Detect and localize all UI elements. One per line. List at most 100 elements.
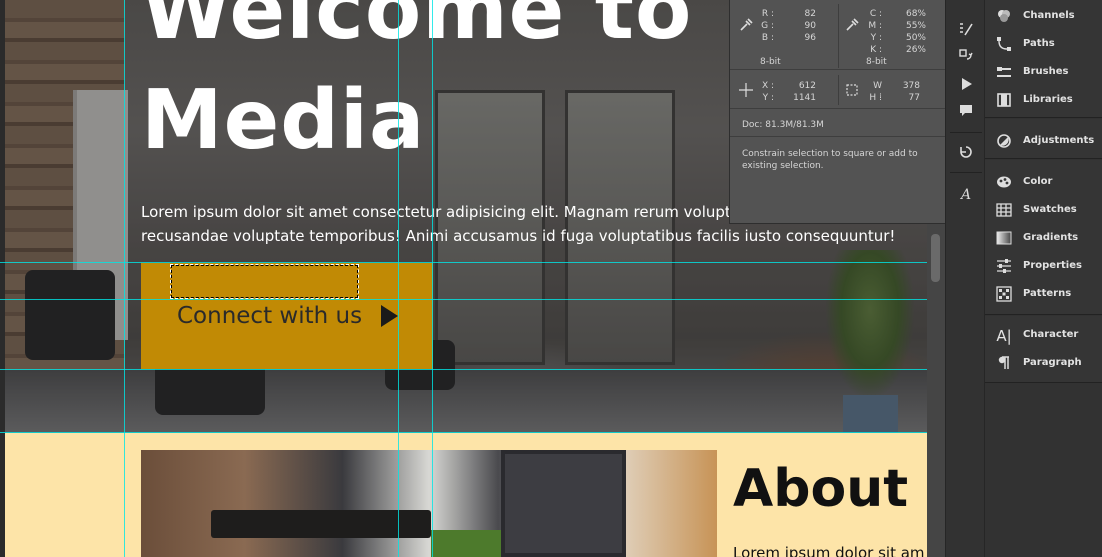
- position-y-value: 1141: [793, 93, 816, 103]
- cmyk-m-value: 55%: [905, 21, 926, 31]
- glyphs-icon[interactable]: A: [954, 184, 978, 206]
- paragraph-icon: [995, 355, 1013, 373]
- gradients-icon: [995, 230, 1013, 248]
- swatches-icon: [995, 202, 1013, 220]
- rgb-g-value: 90: [804, 21, 816, 31]
- panel-properties-label: Properties: [1023, 260, 1082, 271]
- panel-channels[interactable]: Channels: [993, 7, 1098, 27]
- panel-patterns-label: Patterns: [1023, 288, 1072, 299]
- panel-channels-label: Channels: [1023, 10, 1075, 21]
- cmyk-k-value: 26%: [905, 45, 926, 55]
- tool-separator: [950, 132, 982, 133]
- panel-paragraph[interactable]: Paragraph: [993, 354, 1098, 374]
- about-text: Lorem ipsum dolor sit am: [733, 544, 925, 557]
- character-icon: A|: [996, 327, 1012, 345]
- tool-hint: Constrain selection to square or add to …: [742, 149, 918, 171]
- panel-paragraph-label: Paragraph: [1023, 357, 1082, 368]
- panel-color[interactable]: Color: [993, 173, 1098, 193]
- rgb-g-label: G :: [761, 21, 774, 31]
- guide-vertical[interactable]: [398, 0, 399, 557]
- position-y-label: Y :: [762, 93, 774, 103]
- cmyk-c-label: C :: [869, 9, 882, 19]
- rgb-b-value: 96: [804, 33, 816, 43]
- guide-horizontal[interactable]: [0, 262, 927, 263]
- play-icon[interactable]: [954, 75, 978, 97]
- panel-group-type: A| Character Paragraph: [985, 316, 1102, 383]
- panel-swatches[interactable]: Swatches: [993, 201, 1098, 221]
- cmyk-bit-depth: 8-bit: [866, 57, 887, 67]
- hero-title-line2: Media: [141, 73, 426, 168]
- info-position-row: X : 612 Y : 1141 W : 378 H : 77: [730, 71, 946, 109]
- info-separator: [730, 136, 946, 137]
- selection-marquee[interactable]: [170, 264, 359, 299]
- panel-brushes[interactable]: Brushes: [993, 63, 1098, 83]
- panel-swatches-label: Swatches: [1023, 204, 1077, 215]
- color-icon: [995, 174, 1013, 192]
- panels-column: Channels Paths Brushes Libraries Adjustm…: [985, 0, 1102, 557]
- guide-vertical[interactable]: [124, 0, 125, 557]
- position-x-value: 612: [798, 81, 816, 91]
- rgb-bit-depth: 8-bit: [760, 57, 781, 67]
- size-w-value: 378: [902, 81, 920, 91]
- cmyk-m-label: M :: [868, 21, 882, 31]
- about-photo-door: [501, 450, 626, 557]
- panel-character-label: Character: [1023, 329, 1079, 340]
- guide-horizontal[interactable]: [0, 369, 927, 370]
- panel-adjustments-label: Adjustments: [1023, 135, 1095, 146]
- eyedropper-icon: [844, 18, 860, 34]
- adjustments-icon: [995, 133, 1013, 151]
- panel-adjustments[interactable]: Adjustments: [993, 132, 1098, 152]
- panel-icon-strip: A: [945, 0, 985, 557]
- panel-properties[interactable]: Properties: [993, 257, 1098, 277]
- transform-icon[interactable]: [954, 47, 978, 69]
- size-h-label: H :: [869, 93, 882, 103]
- panel-libraries[interactable]: Libraries: [993, 91, 1098, 111]
- hero-paragraph-line2: recusandae voluptate temporibus! Animi a…: [141, 227, 896, 245]
- panel-paths-label: Paths: [1023, 38, 1055, 49]
- crosshair-icon: [738, 83, 754, 99]
- connect-button-label: Connect with us: [177, 303, 363, 329]
- eyedropper-icon: [738, 18, 754, 34]
- cmyk-y-label: Y :: [870, 33, 882, 43]
- vertical-scrollbar[interactable]: [927, 224, 945, 557]
- cmyk-c-value: 68%: [905, 9, 926, 19]
- history-icon[interactable]: [954, 143, 978, 165]
- panel-gradients[interactable]: Gradients: [993, 229, 1098, 249]
- selection-size-icon: [844, 83, 860, 99]
- info-separator: [838, 75, 839, 105]
- panel-group-channels: Channels Paths Brushes Libraries: [985, 0, 1102, 118]
- comment-icon[interactable]: [954, 102, 978, 124]
- paths-icon: [995, 36, 1013, 54]
- about-photo: [141, 450, 717, 557]
- panel-group-color: Color Swatches Gradients Properties Patt…: [985, 160, 1102, 315]
- panel-color-label: Color: [1023, 176, 1053, 187]
- panel-character[interactable]: A| Character: [993, 326, 1098, 346]
- rgb-r-label: R :: [761, 9, 774, 19]
- panel-gradients-label: Gradients: [1023, 232, 1079, 243]
- play-arrow-icon: [381, 305, 398, 327]
- info-separator: [838, 4, 839, 68]
- doc-size: Doc: 81.3M/81.3M: [742, 120, 824, 130]
- rgb-r-value: 82: [804, 9, 816, 19]
- channels-icon: [995, 8, 1013, 26]
- scrollbar-thumb[interactable]: [931, 234, 940, 282]
- panel-group-adjustments: Adjustments: [985, 119, 1102, 159]
- size-h-value: 77: [908, 93, 920, 103]
- guide-horizontal[interactable]: [0, 299, 927, 300]
- about-title: About U: [733, 459, 927, 519]
- patterns-icon: [995, 286, 1013, 304]
- info-color-row: R : 82 G : 90 B : 96 8-bit C : 68% M : 5…: [730, 0, 946, 70]
- panel-libraries-label: Libraries: [1023, 94, 1073, 105]
- cmyk-k-label: K :: [870, 45, 882, 55]
- position-x-label: X :: [761, 81, 774, 91]
- guide-vertical[interactable]: [432, 0, 433, 557]
- brushes-icon: [995, 64, 1013, 82]
- guide-horizontal[interactable]: [0, 432, 927, 433]
- properties-icon: [995, 258, 1013, 276]
- libraries-icon: [995, 92, 1013, 110]
- panel-paths[interactable]: Paths: [993, 35, 1098, 55]
- panel-patterns[interactable]: Patterns: [993, 285, 1098, 305]
- tool-separator: [950, 172, 982, 173]
- info-panel: R : 82 G : 90 B : 96 8-bit C : 68% M : 5…: [729, 0, 946, 224]
- history-brush-icon[interactable]: [954, 20, 978, 42]
